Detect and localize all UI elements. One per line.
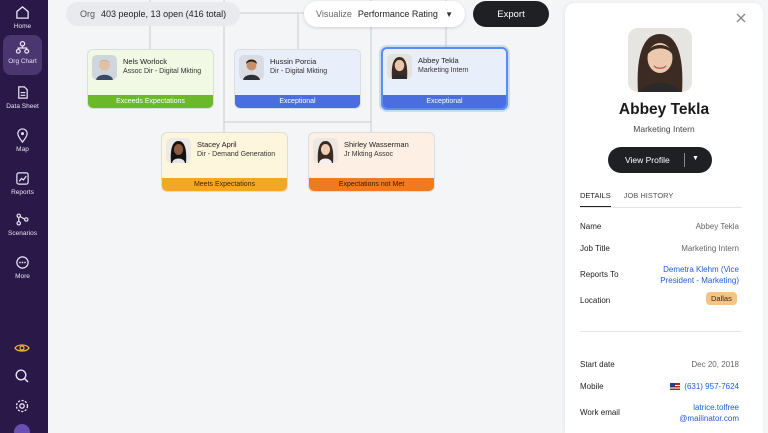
mobile-value[interactable]: (631) 957-7624	[670, 382, 739, 391]
nav-item-scenarios[interactable]: Scenarios	[3, 207, 42, 247]
rating-band: Exceeds Expectations	[88, 95, 213, 108]
rating-band: Expectations not Met	[309, 178, 434, 191]
person-detail-panel: Abbey Tekla Marketing Intern View Profil…	[565, 3, 763, 433]
settings-icon[interactable]	[14, 398, 30, 414]
nav-label: Org Chart	[8, 58, 37, 65]
left-nav-rail: Home Org Chart Data Sheet Map Reports Sc…	[0, 0, 48, 433]
person-photo	[387, 54, 412, 79]
person-card-hussin-porcia[interactable]: Hussin Porcia Dir - Digital Mkting Excep…	[234, 49, 361, 109]
profile-photo	[628, 28, 692, 92]
scenarios-icon	[16, 213, 29, 226]
nav-label: Scenarios	[8, 230, 37, 237]
nav-item-org-chart[interactable]: Org Chart	[3, 35, 42, 75]
rating-band: Exceptional	[383, 95, 506, 108]
detail-tabs: DETAILS JOB HISTORY	[580, 191, 673, 207]
person-card-stacey-april[interactable]: Stacey April Dir - Demand Generation Mee…	[161, 132, 288, 192]
home-icon	[16, 6, 29, 19]
nav-item-map[interactable]: Map	[3, 123, 42, 163]
location-label: Location	[580, 296, 611, 305]
visualize-value: Performance Rating	[357, 9, 438, 19]
org-count: 403 people, 13 open (416 total)	[101, 9, 227, 19]
start-date-label: Start date	[580, 360, 615, 369]
profile-title: Marketing Intern	[633, 124, 695, 134]
person-card-shirley-wasserman[interactable]: Shirley Wasserman Jr Mkting Assoc Expect…	[308, 132, 435, 192]
nav-label: Reports	[11, 189, 34, 196]
person-name: Stacey April	[197, 140, 237, 149]
reports-to-label: Reports To	[580, 270, 619, 279]
nav-item-more[interactable]: More	[3, 250, 42, 290]
nav-label: Home	[13, 23, 32, 30]
rating-band: Exceptional	[235, 95, 360, 108]
person-photo	[239, 55, 264, 80]
person-name: Abbey Tekla	[418, 56, 459, 65]
data-sheet-icon	[18, 86, 28, 99]
export-button[interactable]: Export	[473, 1, 549, 27]
work-email-line1[interactable]: latrice.tolfree	[693, 403, 739, 412]
person-photo	[166, 138, 191, 163]
person-name: Shirley Wasserman	[344, 140, 409, 149]
person-title: Assoc Dir - Digital Mkting	[123, 68, 202, 75]
nav-item-data-sheet[interactable]: Data Sheet	[3, 80, 42, 120]
person-card-nels-worlock[interactable]: Nels Worlock Assoc Dir - Digital Mkting …	[87, 49, 214, 109]
person-photo	[92, 55, 117, 80]
nav-label: Data Sheet	[6, 103, 39, 110]
person-title: Dir - Demand Generation	[197, 151, 276, 158]
button-divider	[684, 153, 685, 167]
org-label: Org	[80, 9, 96, 19]
section-divider	[580, 331, 742, 332]
profile-avatar-partial[interactable]	[14, 424, 30, 433]
reports-to-link-line1[interactable]: Demetra Klehm (Vice	[663, 265, 739, 274]
eye-icon[interactable]	[14, 340, 30, 356]
map-pin-icon	[17, 128, 28, 143]
org-chart-icon	[15, 40, 30, 54]
work-email-line2[interactable]: @mailinator.com	[679, 414, 739, 423]
visualize-dropdown[interactable]: Visualize Performance Rating ▼	[304, 1, 465, 27]
visualize-label: Visualize	[316, 9, 352, 19]
view-profile-button[interactable]: View Profile ▼	[608, 147, 712, 173]
caret-down-icon: ▼	[445, 9, 453, 19]
name-value: Abbey Tekla	[695, 222, 739, 231]
person-name: Nels Worlock	[123, 57, 168, 66]
caret-down-icon[interactable]: ▼	[692, 155, 699, 162]
person-title: Dir - Digital Mkting	[270, 68, 328, 75]
tabs-divider	[580, 207, 742, 208]
nav-item-home[interactable]: Home	[3, 0, 42, 40]
reports-to-link-line2[interactable]: President - Marketing)	[660, 276, 739, 285]
person-name: Hussin Porcia	[270, 57, 317, 66]
start-date-value: Dec 20, 2018	[691, 360, 739, 369]
more-icon	[16, 256, 29, 269]
person-title: Jr Mkting Assoc	[344, 151, 394, 158]
person-photo	[313, 138, 338, 163]
profile-name: Abbey Tekla	[618, 101, 710, 118]
person-title: Marketing Intern	[418, 67, 469, 74]
mobile-number: (631) 957-7624	[684, 382, 739, 391]
tab-job-history[interactable]: JOB HISTORY	[624, 191, 674, 207]
org-summary-pill[interactable]: Org 403 people, 13 open (416 total)	[66, 2, 241, 26]
nav-item-reports[interactable]: Reports	[3, 166, 42, 206]
location-badge: Dallas	[706, 292, 737, 305]
rating-band: Meets Expectations	[162, 178, 287, 191]
view-profile-label: View Profile	[625, 155, 670, 165]
mobile-label: Mobile	[580, 382, 604, 391]
work-email-label: Work email	[580, 408, 620, 417]
job-title-value: Marketing Intern	[681, 244, 739, 253]
search-icon[interactable]	[14, 368, 30, 384]
name-label: Name	[580, 222, 602, 231]
nav-label: More	[15, 273, 30, 280]
reports-icon	[16, 172, 29, 185]
us-flag-icon	[670, 383, 681, 390]
close-icon[interactable]	[735, 12, 747, 24]
job-title-label: Job Title	[580, 244, 610, 253]
person-card-abbey-tekla[interactable]: Abbey Tekla Marketing Intern Exceptional	[381, 47, 508, 110]
org-chart-canvas: Org 403 people, 13 open (416 total) Visu…	[48, 0, 564, 433]
nav-label: Map	[16, 146, 29, 153]
tab-details[interactable]: DETAILS	[580, 191, 611, 207]
